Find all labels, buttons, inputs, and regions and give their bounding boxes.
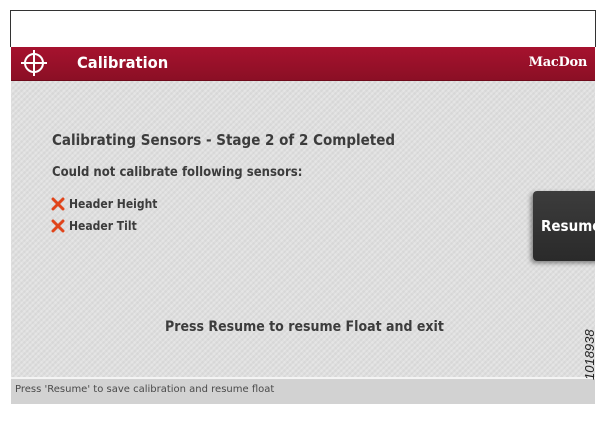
page-title: Calibration — [77, 53, 169, 72]
failed-sensors-caption: Could not calibrate following sensors: — [52, 165, 303, 180]
frame-border-left — [10, 10, 11, 47]
figure-id: 1018938 — [582, 329, 597, 380]
brand-logo: MacDon — [528, 55, 588, 70]
sensor-label: Header Tilt — [69, 219, 137, 233]
x-mark-icon — [51, 219, 65, 233]
frame-border-top — [10, 10, 596, 11]
x-mark-icon — [51, 197, 65, 211]
frame-border-right — [595, 10, 596, 47]
failed-sensor-item: Header Height — [51, 195, 167, 213]
failed-sensor-item: Header Tilt — [51, 217, 144, 235]
status-message: Press 'Resume' to save calibration and r… — [15, 384, 275, 395]
calibration-screen: Calibration MacDon Calibrating Sensors -… — [11, 47, 595, 404]
sensor-label: Header Height — [69, 197, 158, 211]
resume-button[interactable]: Resume — [533, 191, 595, 261]
title-bar: Calibration MacDon — [11, 47, 595, 81]
resume-button-label: Resume — [541, 217, 595, 235]
crosshair-icon — [21, 50, 47, 76]
status-bar: Press 'Resume' to save calibration and r… — [11, 379, 595, 404]
resume-instruction: Press Resume to resume Float and exit — [165, 319, 444, 335]
calibration-status-heading: Calibrating Sensors - Stage 2 of 2 Compl… — [52, 131, 396, 149]
